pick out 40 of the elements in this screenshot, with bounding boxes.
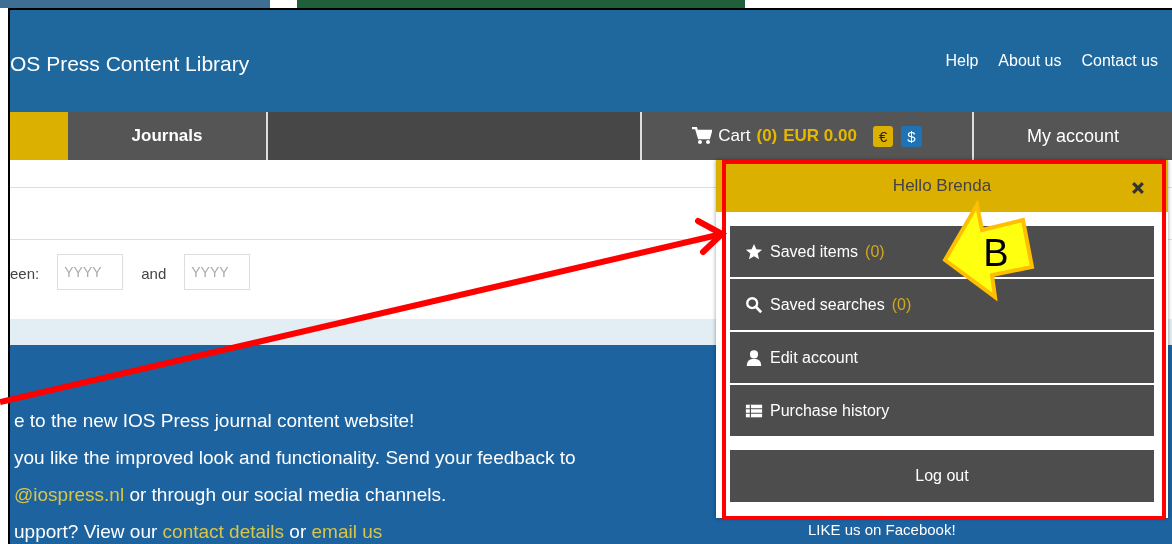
menu-item-label: Saved searches	[770, 295, 885, 314]
and-label: and	[141, 265, 167, 282]
cart-total: EUR 0.00	[783, 126, 857, 146]
greeting-text: Hello Brenda	[892, 176, 992, 196]
account-tab[interactable]: My account	[974, 112, 1172, 160]
menu-item[interactable]: Purchase history	[730, 385, 1154, 436]
header-link[interactable]: About us	[998, 52, 1062, 70]
item-count: (0)	[891, 295, 912, 314]
year-field[interactable]: YYYY	[57, 254, 124, 290]
menu-item-label: Purchase history	[770, 401, 890, 420]
currency-button[interactable]: $	[901, 125, 922, 147]
user-icon	[745, 348, 763, 367]
menu-item-label: Saved items	[770, 242, 859, 261]
close-icon[interactable]	[1132, 182, 1144, 194]
currency-button[interactable]: €	[872, 125, 894, 147]
cart-link[interactable]: Cart	[718, 126, 751, 146]
header-link[interactable]: Contact us	[1081, 52, 1158, 70]
text-link[interactable]: contact details	[162, 521, 285, 542]
text-link[interactable]: email us	[311, 521, 383, 542]
welcome-text: e to the new IOS Press journal content website!	[14, 409, 415, 433]
item-count: (0)	[865, 242, 885, 261]
menu-item[interactable]: Saved searches (0)	[730, 279, 1154, 330]
facebook-text: LIKE us on Facebook!	[808, 521, 956, 538]
cart-icon[interactable]	[692, 127, 713, 145]
search-icon	[745, 295, 763, 314]
cart-count: (0)	[756, 126, 778, 146]
site-title: OS Press Content Library	[10, 52, 250, 76]
welcome-text: @iospress.nl or through our social media channels.	[14, 483, 447, 507]
between-label: een:	[10, 265, 40, 282]
menu-item-label: Edit account	[770, 348, 859, 367]
star-icon	[745, 242, 763, 261]
menu-item[interactable]: Edit account	[730, 332, 1154, 383]
callout-letter: B	[983, 232, 1009, 274]
nav-tab[interactable]: Journals	[68, 112, 268, 160]
year-field[interactable]: YYYY	[184, 254, 251, 290]
text-link[interactable]: @iospress.nl	[14, 484, 125, 505]
welcome-text: you like the improved look and functionality. Send your feedback to	[14, 446, 576, 470]
logout-button[interactable]: Log out	[730, 450, 1154, 502]
welcome-text: upport? View our contact details or email us	[14, 520, 383, 544]
header-link[interactable]: Help	[945, 52, 979, 70]
